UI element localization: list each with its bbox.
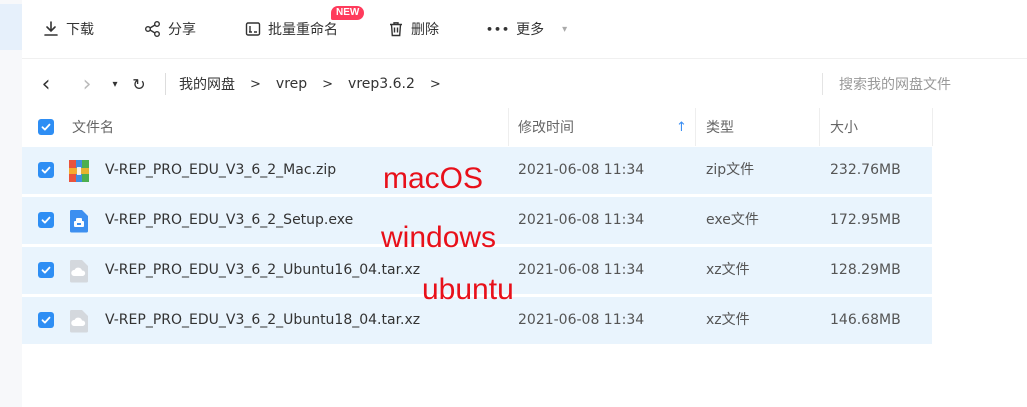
back-arrow-icon[interactable]: ‹ [36,59,56,109]
annotation-windows: windows [381,221,497,254]
file-type: xz文件 [706,262,750,278]
column-header-name[interactable]: 文件名 [72,108,114,146]
forward-arrow-icon[interactable]: › [78,59,96,109]
download-label: 下载 [66,22,94,38]
navigation-bar: ‹ › ▾ ↻ 我的网盘 > vrep > vrep3.6.2 > [22,58,1027,109]
more-dots-icon: ••• [486,22,511,36]
nav-divider [165,73,166,95]
breadcrumb-separator: > [250,76,261,92]
share-icon [144,20,162,38]
trash-icon [387,20,405,38]
file-name[interactable]: V-REP_PRO_EDU_V3_6_2_Setup.exe [105,197,353,244]
history-dropdown-icon[interactable]: ▾ [108,59,122,109]
new-badge: NEW [331,6,365,20]
file-type: zip文件 [706,162,755,178]
annotation-ubuntu: ubuntu [422,273,514,306]
breadcrumb: 我的网盘 > vrep > vrep3.6.2 > [179,59,456,109]
column-divider [819,108,820,146]
generic-file-icon [68,259,90,283]
download-icon [42,20,60,38]
select-all-checkbox[interactable] [38,119,54,135]
toolbar: 下载 分享 批量重命名 NEW 删除 ••• 更多 ▾ [22,0,1027,58]
file-size: 232.76MB [830,162,901,178]
refresh-icon[interactable]: ↻ [130,59,148,109]
delete-button[interactable]: 删除 [387,0,439,58]
breadcrumb-item-vrep[interactable]: vrep [276,76,307,92]
file-name[interactable]: V-REP_PRO_EDU_V3_6_2_Ubuntu16_04.tar.xz [105,247,420,294]
column-divider [508,108,509,146]
more-label: 更多 [516,22,545,38]
file-modified: 2021-06-08 11:34 [518,162,645,178]
file-name[interactable]: V-REP_PRO_EDU_V3_6_2_Mac.zip [105,147,336,194]
file-type: exe文件 [706,212,759,228]
row-checkbox[interactable] [38,212,54,228]
breadcrumb-item-vrep362[interactable]: vrep3.6.2 [348,76,415,92]
breadcrumb-item-root[interactable]: 我的网盘 [179,74,235,94]
table-header: 文件名 修改时间 ↑ 类型 大小 [22,108,1027,146]
file-modified: 2021-06-08 11:34 [518,312,645,328]
left-sidebar-strip [0,0,22,407]
column-header-size[interactable]: 大小 [830,108,858,146]
checkbox-checked [38,119,54,135]
column-header-type[interactable]: 类型 [706,108,734,146]
file-size: 128.29MB [830,262,901,278]
column-header-modified[interactable]: 修改时间 [518,108,574,146]
row-checkbox[interactable] [38,162,54,178]
search-input[interactable] [837,71,1021,99]
file-name[interactable]: V-REP_PRO_EDU_V3_6_2_Ubuntu18_04.tar.xz [105,297,420,344]
file-modified: 2021-06-08 11:34 [518,262,645,278]
file-size: 172.95MB [830,212,901,228]
exe-installer-icon [68,209,90,233]
rename-icon [244,20,262,38]
annotation-macos: macOS [383,162,484,195]
column-divider [695,108,696,146]
sort-ascending-icon[interactable]: ↑ [676,108,687,146]
breadcrumb-separator: > [429,76,441,92]
column-divider [932,108,933,146]
file-size: 146.68MB [830,312,901,328]
share-button[interactable]: 分享 [144,0,196,58]
download-button[interactable]: 下载 [42,0,94,58]
chevron-down-icon: ▾ [562,23,568,35]
batch-rename-button[interactable]: 批量重命名 [244,0,338,58]
sidebar-selected-item[interactable] [0,4,22,50]
search-divider [822,73,823,95]
delete-label: 删除 [411,22,439,38]
breadcrumb-separator: > [322,76,334,92]
file-modified: 2021-06-08 11:34 [518,212,645,228]
generic-file-icon [68,309,90,333]
row-checkbox[interactable] [38,262,54,278]
rename-label: 批量重命名 [268,22,338,38]
file-type: xz文件 [706,312,750,328]
row-checkbox[interactable] [38,312,54,328]
zip-archive-icon [68,159,90,183]
more-button[interactable]: ••• 更多 ▾ [486,0,567,58]
share-label: 分享 [168,22,196,38]
